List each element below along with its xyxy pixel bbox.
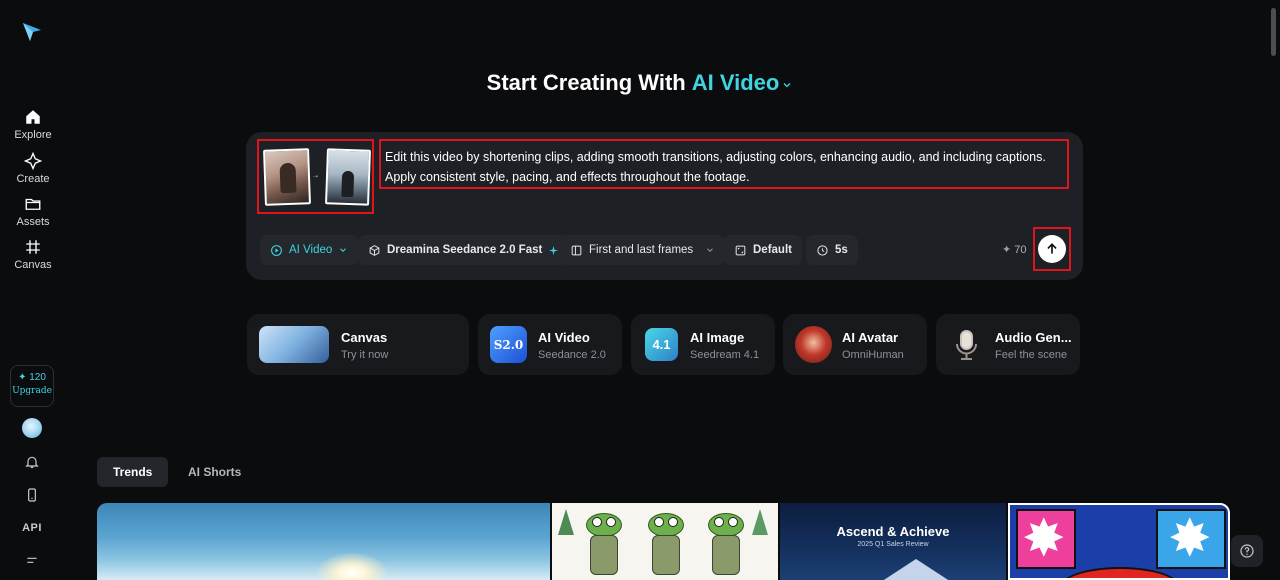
feature-title: Canvas	[341, 330, 388, 345]
feature-card-canvas[interactable]: Canvas Try it now	[247, 314, 469, 375]
feature-title: AI Avatar	[842, 330, 899, 345]
credit-count: 120	[29, 372, 46, 383]
duration-label: 5s	[835, 244, 848, 256]
upgrade-label: Upgrade	[12, 386, 52, 396]
sidebar-item-canvas[interactable]: Canvas	[0, 238, 66, 271]
reference-frames[interactable]: ⇢	[257, 139, 374, 214]
frame-transition-icon: ⇢	[313, 174, 319, 180]
feature-card-ai-image[interactable]: 4.1 AI Image Seedream 4.1	[631, 314, 775, 375]
seedream-icon: 4.1	[645, 328, 678, 361]
chevron-down-icon	[338, 245, 348, 255]
page-title: Start Creating With AI Video	[0, 70, 1280, 97]
sidebar-item-label: Assets	[16, 216, 50, 228]
sidebar-item-label: Create	[16, 173, 50, 185]
mobile-icon[interactable]	[22, 485, 42, 505]
credits-upgrade-button[interactable]: ✦ 120 Upgrade	[10, 365, 54, 407]
mode-label: AI Video	[691, 70, 780, 95]
feature-card-audio-gen[interactable]: Audio Gen... Feel the scene	[936, 314, 1080, 375]
tab-ai-shorts[interactable]: AI Shorts	[172, 457, 257, 487]
feature-card-ai-avatar[interactable]: AI Avatar OmniHuman	[783, 314, 927, 375]
seedance-icon: S2.0	[490, 326, 527, 363]
model-dropdown[interactable]: Dreamina Seedance 2.0 Fast	[358, 235, 570, 265]
home-icon	[26, 110, 40, 124]
send-button-highlight	[1033, 227, 1071, 271]
duration-button[interactable]: 5s	[806, 235, 858, 265]
feature-card-ai-video[interactable]: S2.0 AI Video Seedance 2.0	[478, 314, 622, 375]
aspect-ratio-icon	[734, 244, 747, 257]
page-title-text: Start Creating With	[486, 70, 686, 95]
sidebar-item-assets[interactable]: Assets	[0, 195, 66, 228]
folder-icon	[25, 198, 41, 210]
aspect-ratio-button[interactable]: Default	[724, 235, 802, 265]
canvas-preview-image	[259, 326, 329, 363]
layout-icon	[570, 244, 583, 257]
feature-subtitle: OmniHuman	[842, 349, 904, 361]
mode-switcher[interactable]: AI Video	[692, 70, 794, 95]
feature-subtitle: Feel the scene	[995, 349, 1068, 361]
chevron-down-icon	[781, 71, 793, 97]
sidebar-item-create[interactable]: Create	[0, 152, 66, 185]
sidebar-item-label: Explore	[14, 129, 52, 141]
credit-balance: ✦ 120	[18, 372, 46, 383]
sparkle-icon	[548, 245, 559, 256]
last-frame-thumbnail[interactable]	[325, 148, 371, 206]
feature-title: Audio Gen...	[995, 330, 1072, 345]
api-link[interactable]: API	[22, 518, 42, 538]
help-button[interactable]	[1231, 535, 1263, 567]
gallery-card-subtitle: 2025 Q1 Sales Review	[857, 541, 929, 548]
aspect-ratio-label: Default	[753, 244, 792, 256]
sparkle-icon: ✦	[1002, 244, 1012, 256]
feature-title: AI Image	[690, 330, 745, 345]
cube-icon	[368, 244, 381, 257]
sidebar-item-explore[interactable]: Explore	[0, 108, 66, 141]
cost-value: 70	[1014, 244, 1027, 256]
first-frame-thumbnail[interactable]	[263, 148, 311, 206]
video-mode-icon	[270, 244, 283, 257]
tab-trends[interactable]: Trends	[97, 457, 169, 487]
feature-subtitle: Seedream 4.1	[690, 349, 760, 361]
avatar-preview-image	[795, 326, 832, 363]
frames-dropdown-label: First and last frames	[589, 244, 694, 256]
question-mark-icon	[1240, 544, 1254, 558]
gallery-card-title: Ascend & Achieve	[836, 524, 950, 539]
mode-dropdown[interactable]: AI Video	[260, 235, 359, 265]
diamond-sparkle-icon	[24, 152, 42, 170]
gallery-card[interactable]: ✸ ✸	[1008, 503, 1230, 580]
mode-dropdown-label: AI Video	[289, 244, 333, 256]
frames-dropdown[interactable]: First and last frames	[560, 235, 726, 265]
gallery-card[interactable]	[552, 503, 778, 580]
model-dropdown-label: Dreamina Seedance 2.0 Fast	[387, 244, 543, 256]
send-button[interactable]	[1038, 235, 1066, 263]
sidebar-item-label: Canvas	[14, 259, 52, 271]
prompt-card: ⇢ Edit this video by shortening clips, a…	[246, 132, 1083, 280]
arrow-up-icon	[1047, 243, 1057, 254]
gallery-card[interactable]	[97, 503, 550, 580]
logo-icon[interactable]	[20, 20, 44, 44]
gallery-card[interactable]: Ascend & Achieve 2025 Q1 Sales Review	[780, 503, 1006, 580]
bell-icon[interactable]	[22, 452, 42, 472]
microphone-icon	[948, 326, 985, 363]
menu-icon[interactable]	[22, 551, 42, 571]
chevron-down-icon	[705, 245, 715, 255]
generation-cost: ✦ 70	[1002, 243, 1027, 256]
feature-subtitle: Try it now	[341, 349, 389, 361]
avatar[interactable]	[22, 418, 42, 438]
feature-title: AI Video	[538, 330, 590, 345]
prompt-input[interactable]: Edit this video by shortening clips, add…	[379, 139, 1069, 189]
scrollbar-thumb[interactable]	[1271, 8, 1276, 56]
clock-icon	[816, 244, 829, 257]
feature-subtitle: Seedance 2.0	[538, 349, 606, 361]
frame-icon	[26, 240, 40, 254]
